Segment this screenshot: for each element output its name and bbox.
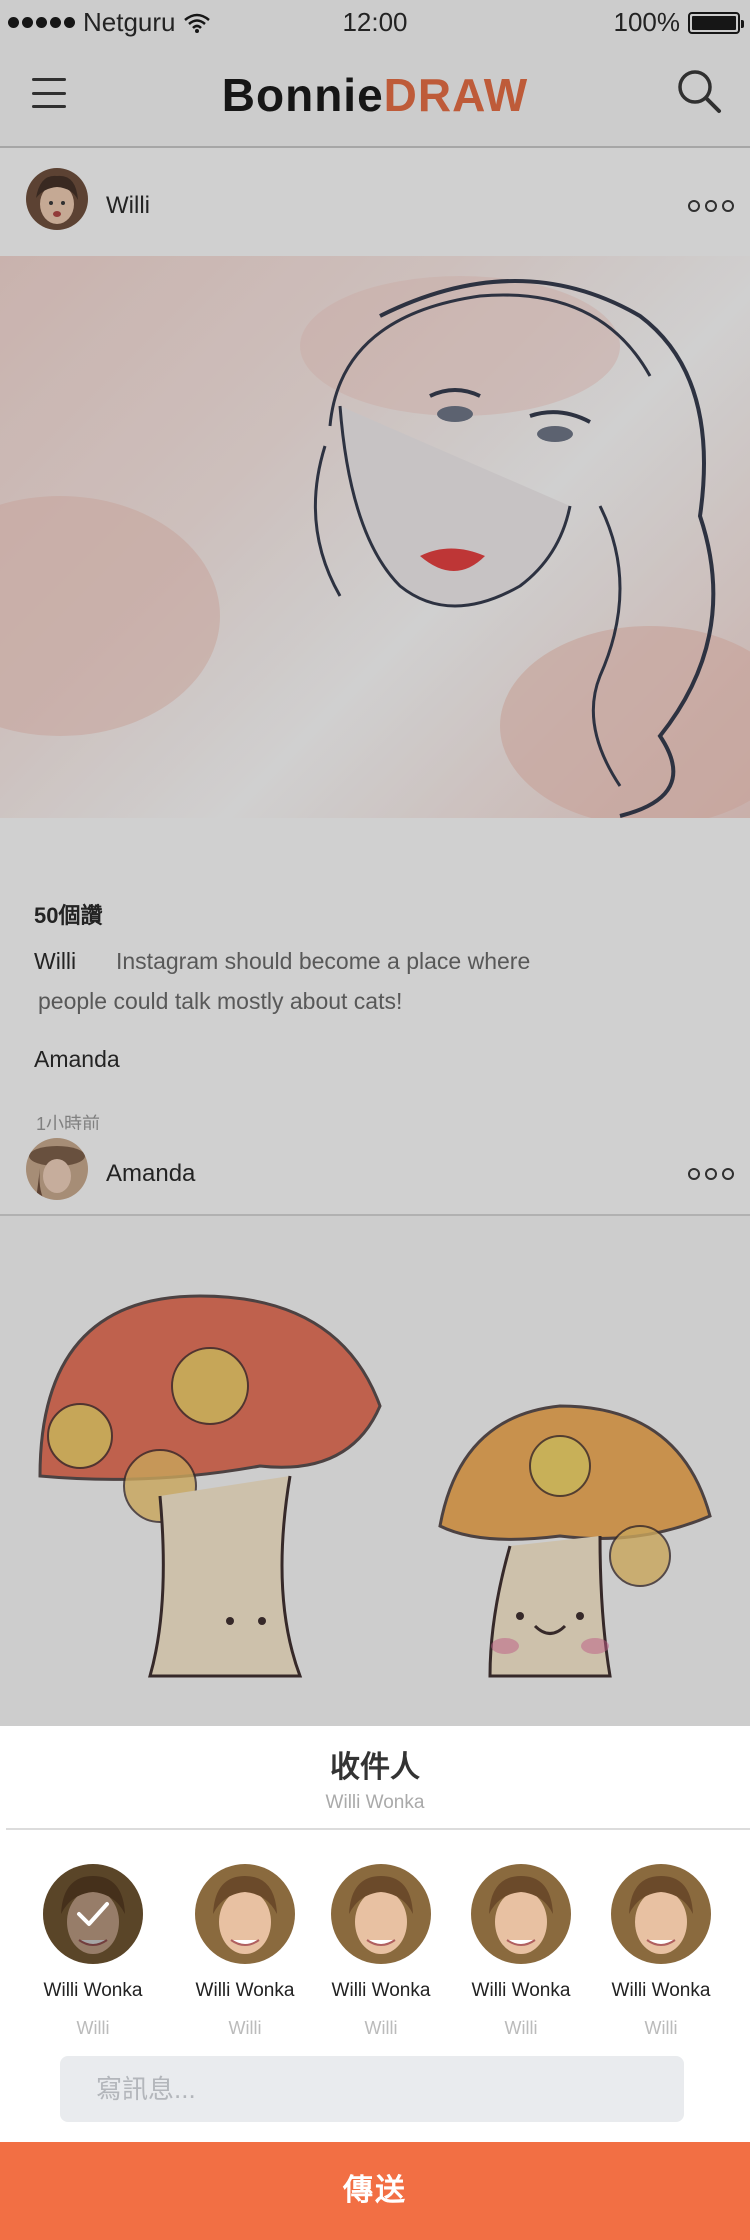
recipient-handle: Willi	[364, 2018, 398, 2038]
avatar	[471, 1864, 571, 1964]
selected-recipient-label: Willi Wonka	[325, 1792, 425, 1813]
recipient-name: Willi Wonka	[471, 1980, 571, 2001]
recipient-handle: Willi	[228, 2018, 262, 2038]
message-input[interactable]	[60, 2056, 684, 2122]
check-icon	[77, 1902, 109, 1926]
recipient-name: Willi Wonka	[195, 1980, 295, 2001]
recipient-item[interactable]: Willi Wonka Willi	[596, 1864, 726, 2039]
avatar	[195, 1864, 295, 1964]
recipient-handle: Willi	[644, 2018, 678, 2038]
sheet-title: 收件人	[330, 1751, 420, 1784]
recipient-item[interactable]: Willi Wonka Willi	[456, 1864, 586, 2039]
recipient-name: Willi Wonka	[331, 1980, 431, 2001]
divider	[6, 1828, 750, 1830]
avatar	[611, 1864, 711, 1964]
share-sheet: 收件人 Willi Wonka Willi Wonka Willi Willi …	[0, 1726, 750, 2240]
screen: Netguru 12:00 100% BonnieDRAW Willi 50個讚…	[0, 0, 750, 2240]
recipient-item[interactable]: Willi Wonka Willi	[28, 1864, 158, 2039]
recipient-item[interactable]: Willi Wonka Willi	[180, 1864, 310, 2039]
send-button[interactable]: 傳送	[0, 2142, 750, 2240]
avatar	[331, 1864, 431, 1964]
recipient-name: Willi Wonka	[43, 1980, 143, 2001]
dim-overlay[interactable]	[0, 0, 750, 1726]
recipient-handle: Willi	[76, 2018, 110, 2038]
recipient-item[interactable]: Willi Wonka Willi	[316, 1864, 446, 2039]
recipient-name: Willi Wonka	[611, 1980, 711, 2001]
recipient-handle: Willi	[504, 2018, 538, 2038]
avatar	[43, 1864, 143, 1964]
